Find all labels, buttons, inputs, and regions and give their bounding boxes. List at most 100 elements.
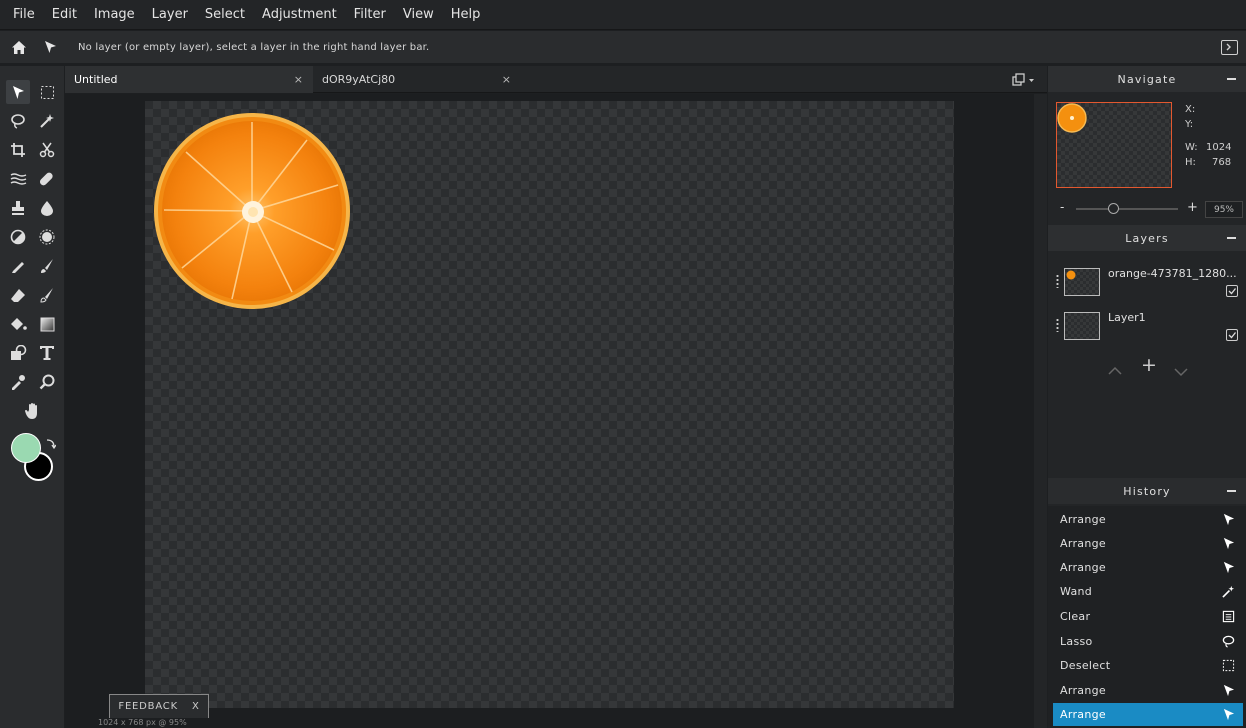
swap-colors-icon[interactable] xyxy=(44,435,57,454)
layer-visibility-checkbox[interactable] xyxy=(1226,285,1238,297)
arrow-icon xyxy=(1223,684,1235,697)
history-label: Arrange xyxy=(1060,684,1106,697)
zoom-in-button[interactable]: + xyxy=(1187,200,1198,215)
history-label: Deselect xyxy=(1060,659,1111,672)
layer-thumbnail xyxy=(1064,268,1100,296)
tab-untitled[interactable]: Untitled × xyxy=(65,66,313,93)
history-label: Arrange xyxy=(1060,708,1106,721)
history-item[interactable]: Arrange xyxy=(1053,556,1243,579)
feedback-button[interactable]: FEEDBACK X xyxy=(109,694,209,718)
menu-bar: File Edit Image Layer Select Adjustment … xyxy=(0,0,1246,30)
move-layer-down-icon[interactable] xyxy=(1174,362,1188,381)
window-arrange-icon[interactable] xyxy=(1012,72,1036,91)
history-header[interactable]: History xyxy=(1048,478,1246,504)
scissors-tool-icon[interactable] xyxy=(35,138,59,162)
lasso-icon xyxy=(1222,635,1235,648)
move-tool-icon[interactable] xyxy=(6,80,30,104)
document-canvas[interactable] xyxy=(145,101,954,708)
history-item[interactable]: Deselect xyxy=(1053,654,1243,677)
marquee-tool-icon[interactable] xyxy=(35,80,59,104)
history-item[interactable]: Arrange xyxy=(1053,679,1243,702)
pencil-tool-icon[interactable] xyxy=(6,254,30,278)
nav-w-value: 1024 xyxy=(1206,142,1232,153)
menu-view[interactable]: View xyxy=(403,7,434,22)
drag-handle-icon[interactable] xyxy=(1056,274,1059,288)
eraser-tool-icon[interactable] xyxy=(6,283,30,307)
color-replace-tool-icon[interactable] xyxy=(35,283,59,307)
navigator-thumbnail[interactable] xyxy=(1056,102,1172,188)
hand-tool-icon[interactable] xyxy=(21,399,45,423)
layers-header[interactable]: Layers xyxy=(1048,225,1246,251)
menu-image[interactable]: Image xyxy=(94,7,135,22)
magic-wand-tool-icon[interactable] xyxy=(35,109,59,133)
home-icon[interactable] xyxy=(0,40,38,55)
history-item-selected[interactable]: Arrange xyxy=(1053,703,1243,726)
collapse-navigate-icon[interactable] xyxy=(1227,78,1236,80)
menu-help[interactable]: Help xyxy=(451,7,481,22)
arrow-icon xyxy=(1223,537,1235,550)
sponge-tool-icon[interactable] xyxy=(35,225,59,249)
canvas-area[interactable] xyxy=(65,94,1047,728)
toggle-panel-icon[interactable] xyxy=(1221,40,1238,55)
shape-tool-icon[interactable] xyxy=(6,341,30,365)
dodge-burn-tool-icon[interactable] xyxy=(6,225,30,249)
orange-slice-image xyxy=(154,113,350,309)
move-tool-indicator-icon xyxy=(38,40,62,54)
layer-thumbnail xyxy=(1064,312,1100,340)
crop-tool-icon[interactable] xyxy=(6,138,30,162)
vertical-scrollbar[interactable] xyxy=(1034,94,1047,728)
move-layer-up-icon[interactable] xyxy=(1108,361,1122,380)
brush-tool-icon[interactable] xyxy=(35,254,59,278)
zoom-slider[interactable] xyxy=(1076,208,1178,210)
navigate-header[interactable]: Navigate xyxy=(1048,66,1246,92)
nav-y-label: Y: xyxy=(1185,119,1194,130)
close-tab-icon[interactable]: × xyxy=(294,73,303,86)
close-tab-icon[interactable]: × xyxy=(502,73,511,86)
history-item[interactable]: Clear xyxy=(1053,605,1243,628)
tab-label: Untitled xyxy=(74,73,118,86)
layer-row[interactable]: orange-473781_1280... xyxy=(1048,264,1246,304)
layer-name: orange-473781_1280... xyxy=(1108,267,1237,280)
marquee-icon xyxy=(1222,659,1235,672)
history-item[interactable]: Arrange xyxy=(1053,508,1243,531)
liquify-tool-icon[interactable] xyxy=(6,167,30,191)
feedback-close-icon[interactable]: X xyxy=(192,701,200,712)
arrow-icon xyxy=(1223,708,1235,721)
text-tool-icon[interactable] xyxy=(35,341,59,365)
layer-row[interactable]: Layer1 xyxy=(1048,308,1246,348)
history-item[interactable]: Arrange xyxy=(1053,532,1243,555)
collapse-history-icon[interactable] xyxy=(1227,490,1236,492)
eyedropper-tool-icon[interactable] xyxy=(6,370,30,394)
clone-stamp-tool-icon[interactable] xyxy=(6,196,30,220)
history-item[interactable]: Lasso xyxy=(1053,630,1243,653)
zoom-out-button[interactable]: - xyxy=(1060,200,1064,214)
layer-visibility-checkbox[interactable] xyxy=(1226,329,1238,341)
feedback-label: FEEDBACK xyxy=(118,701,178,712)
blur-tool-icon[interactable] xyxy=(35,196,59,220)
menu-file[interactable]: File xyxy=(13,7,35,22)
history-title: History xyxy=(1123,484,1171,498)
healing-tool-icon[interactable] xyxy=(35,167,59,191)
tab-dor9yatcj80[interactable]: dOR9yAtCj80 × xyxy=(313,66,521,93)
menu-filter[interactable]: Filter xyxy=(354,7,386,22)
zoom-tool-icon[interactable] xyxy=(35,370,59,394)
options-message: No layer (or empty layer), select a laye… xyxy=(78,41,430,53)
zoom-value-input[interactable]: 95% xyxy=(1205,201,1243,218)
lasso-tool-icon[interactable] xyxy=(6,109,30,133)
history-item[interactable]: Wand xyxy=(1053,580,1243,603)
menu-adjustment[interactable]: Adjustment xyxy=(262,7,337,22)
menu-select[interactable]: Select xyxy=(205,7,245,22)
zoom-slider-knob[interactable] xyxy=(1108,203,1119,214)
history-label: Arrange xyxy=(1060,561,1106,574)
tab-label: dOR9yAtCj80 xyxy=(322,73,396,86)
drag-handle-icon[interactable] xyxy=(1056,318,1059,332)
foreground-color-swatch[interactable] xyxy=(11,433,41,463)
gradient-tool-icon[interactable] xyxy=(35,312,59,336)
menu-edit[interactable]: Edit xyxy=(52,7,77,22)
collapse-layers-icon[interactable] xyxy=(1227,237,1236,239)
paint-bucket-tool-icon[interactable] xyxy=(6,312,30,336)
add-layer-button[interactable]: + xyxy=(1141,354,1157,376)
clear-icon xyxy=(1222,610,1235,623)
menu-layer[interactable]: Layer xyxy=(152,7,188,22)
options-bar: No layer (or empty layer), select a laye… xyxy=(0,31,1246,63)
